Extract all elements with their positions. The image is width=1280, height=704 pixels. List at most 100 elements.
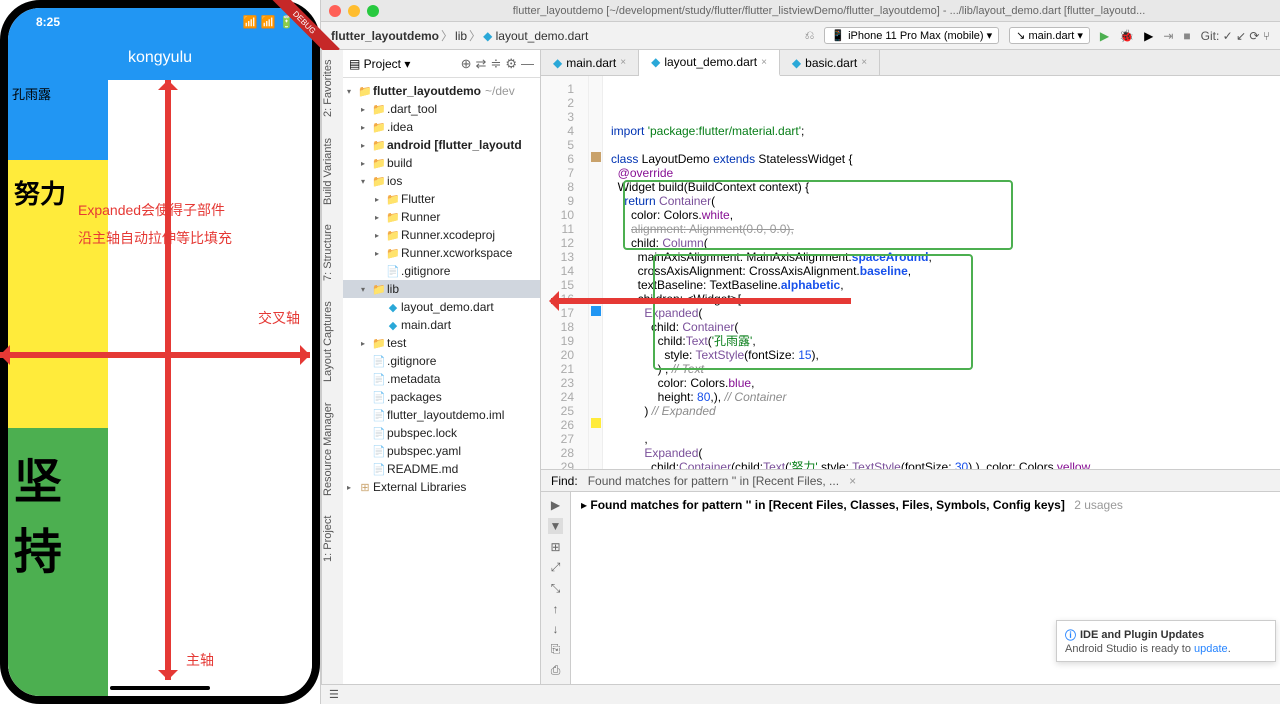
strip-structure[interactable]: 7: Structure [322,225,343,282]
hide-icon[interactable]: — [521,56,534,71]
status-time: 8:25 [36,15,60,29]
fp-rerun-icon[interactable]: ▶ [551,498,560,512]
project-tree[interactable]: ▾📁flutter_layoutdemo~/dev▸📁.dart_tool▸📁.… [343,78,540,684]
tree-row[interactable]: ◆main.dart [343,316,540,334]
app-title: kongyulu [128,49,192,67]
annotation-main-axis: 主轴 [186,650,214,671]
tree-row[interactable]: 📄pubspec.lock [343,424,540,442]
fp-export-icon[interactable]: ⎘ [551,642,561,657]
tree-row[interactable]: ▸📁Runner.xcworkspace [343,244,540,262]
marker-blue [591,306,601,316]
ide-window: flutter_layoutdemo [~/development/study/… [320,0,1280,704]
run-config-picker[interactable]: ↘ main.dart ▾ [1009,27,1090,44]
project-view-label[interactable]: ▤ Project ▾ [349,57,410,71]
status-icons: 📶 📶 🔋 [243,15,295,29]
status-messages-icon[interactable]: ☰ [329,688,339,701]
tab-close-icon[interactable]: × [861,57,867,68]
strip-layout-captures[interactable]: Layout Captures [322,301,343,382]
fp-expand-icon[interactable]: ⤢ [551,560,561,575]
find-bar: Find: Found matches for pattern '' in [R… [541,469,1280,491]
gear-icon[interactable]: ⚙ [505,56,517,72]
status-bar: ☰ [321,684,1280,704]
code-editor[interactable]: import 'package:flutter/material.dart'; … [603,76,1280,469]
editor-tab[interactable]: ◆ main.dart × [541,50,639,75]
tree-row[interactable]: 📄.gitignore [343,352,540,370]
tree-row[interactable]: ▸📁test [343,334,540,352]
tool-window-strip-left: 1: Project Resource Manager Layout Captu… [321,50,343,684]
tree-row[interactable]: 📄.gitignore [343,262,540,280]
find-summary: Found matches for pattern '' in [Recent … [588,474,839,488]
line-gutter[interactable]: 1234567891011121314151617181920212324252… [541,76,589,469]
fp-filter-icon[interactable]: ▼ [548,518,564,534]
strip-favorites[interactable]: 2: Favorites [322,60,343,117]
tree-row[interactable]: ▸📁.idea [343,118,540,136]
demo-box-blue: 孔雨露 [8,80,108,160]
phone-status-bar: 8:25 📶 📶 🔋 [8,8,312,36]
tree-row[interactable]: ▾📁ios [343,172,540,190]
tree-row[interactable]: 📄.metadata [343,370,540,388]
annotation-arrow-horizontal [0,352,310,358]
marker-column [589,76,603,469]
editor-tabs: ◆ main.dart ×◆ layout_demo.dart ×◆ basic… [541,50,1280,76]
fp-collapse-icon[interactable]: ⤡ [551,581,561,596]
editor-area: ◆ main.dart ×◆ layout_demo.dart ×◆ basic… [541,50,1280,684]
tree-row[interactable]: ◆layout_demo.dart [343,298,540,316]
window-titlebar: flutter_layoutdemo [~/development/study/… [321,0,1280,22]
window-close-button[interactable] [329,5,341,17]
collapse-icon[interactable]: ≑ [490,56,501,72]
find-label: Find: [551,474,578,488]
attach-icon[interactable]: ⇥ [1163,29,1173,43]
window-title: flutter_layoutdemo [~/development/study/… [513,5,1146,17]
tree-row[interactable]: 📄.packages [343,388,540,406]
editor-tab[interactable]: ◆ basic.dart × [780,50,880,75]
fp-pin-icon[interactable]: ⎙ [551,663,561,678]
expand-icon[interactable]: ⇄ [476,56,487,72]
editor-tab[interactable]: ◆ layout_demo.dart × [639,50,780,76]
tab-close-icon[interactable]: × [620,57,626,68]
strip-project[interactable]: 1: Project [322,516,343,562]
tree-row[interactable]: 📄flutter_layoutdemo.iml [343,406,540,424]
device-picker[interactable]: 📱 iPhone 11 Pro Max (mobile) ▾ [824,27,999,44]
window-minimize-button[interactable] [348,5,360,17]
project-panel: ▤ Project ▾ ⊕ ⇄ ≑ ⚙ — ▾📁flutter_layoutde… [343,50,541,684]
breadcrumb[interactable]: flutter_layoutdemo〉lib〉◆ layout_demo.dar… [331,27,588,44]
toast-update-link[interactable]: update [1194,643,1228,655]
profile-icon[interactable]: ▶ [1144,29,1153,43]
tree-row[interactable]: ▸📁Flutter [343,190,540,208]
demo-box-green: 坚持 [8,428,108,696]
update-toast[interactable]: IDE and Plugin Updates Android Studio is… [1056,620,1276,662]
stop-icon[interactable]: ■ [1183,29,1190,43]
marker-edit [591,152,601,162]
tab-close-icon[interactable]: × [761,57,767,68]
annotation-expanded-2: 沿主轴自动拉伸等比填充 [78,228,232,249]
phone-simulator: 8:25 📶 📶 🔋 kongyulu 孔雨露 努力 坚持 DEBUG Expa… [0,0,320,704]
run-icon[interactable]: ▶ [1100,29,1109,43]
annotation-cross-axis: 交叉轴 [258,308,300,329]
results-heading[interactable]: Found matches for pattern '' in [Recent … [590,498,1065,512]
tree-row[interactable]: 📄README.md [343,460,540,478]
strip-build-variants[interactable]: Build Variants [322,137,343,204]
strip-resource-manager[interactable]: Resource Manager [322,402,343,496]
debug-icon[interactable]: 🐞 [1119,29,1134,43]
tree-row[interactable]: ▸📁build [343,154,540,172]
tree-row[interactable]: ▾📁lib [343,280,540,298]
locate-icon[interactable]: ⊕ [461,56,472,72]
fp-group-icon[interactable]: ⊞ [550,540,560,554]
add-config-icon[interactable]: ⎌ [805,28,815,43]
results-usages: 2 usages [1074,498,1123,512]
tree-row[interactable]: ▸📁Runner.xcodeproj [343,226,540,244]
window-maximize-button[interactable] [367,5,379,17]
find-close-icon[interactable]: × [849,474,856,488]
tree-row[interactable]: ▾📁flutter_layoutdemo~/dev [343,82,540,100]
tree-row[interactable]: ▸📁Runner [343,208,540,226]
fp-next-icon[interactable]: ↓ [553,622,559,636]
git-label: Git: ✓ ↙ ⟳ ⑂ [1201,29,1270,43]
tree-row[interactable]: ▸📁android [flutter_layoutd [343,136,540,154]
tree-row[interactable]: ▸⊞External Libraries [343,478,540,496]
fp-prev-icon[interactable]: ↑ [553,602,559,616]
ide-toolbar: flutter_layoutdemo〉lib〉◆ layout_demo.dar… [321,22,1280,50]
annotation-arrow-to-lib [551,298,851,304]
annotation-arrow-vertical [165,80,171,680]
tree-row[interactable]: ▸📁.dart_tool [343,100,540,118]
tree-row[interactable]: 📄pubspec.yaml [343,442,540,460]
